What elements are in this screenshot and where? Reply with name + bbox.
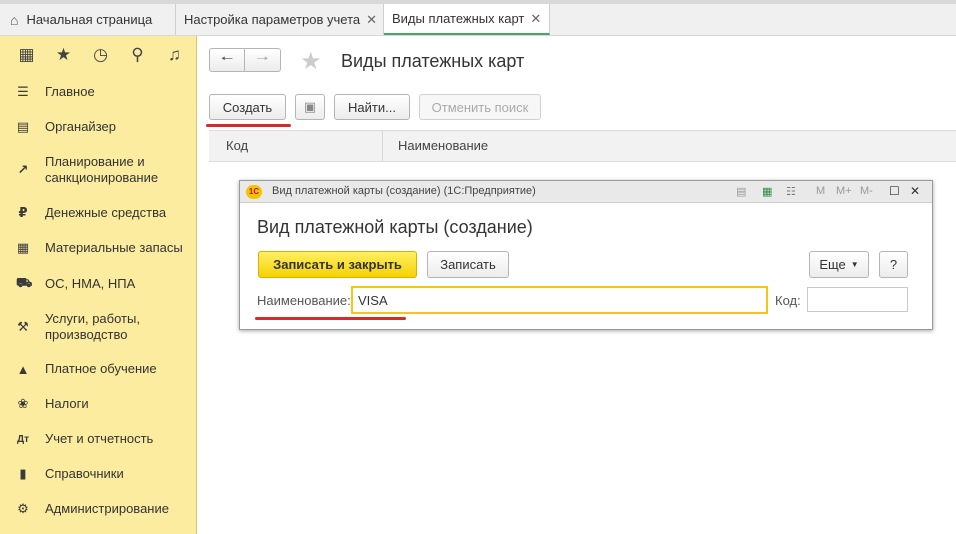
create-button[interactable]: Создать [209, 94, 286, 120]
column-header-code[interactable]: Код [226, 131, 248, 161]
sidebar-item-accounting[interactable]: Дт Учет и отчетность [0, 431, 196, 447]
copy-icon: ▣ [303, 99, 317, 114]
grid-icon: ▦ [16, 240, 30, 255]
1c-logo-icon: 1С [246, 185, 262, 199]
maximize-icon[interactable]: ☐ [889, 184, 900, 198]
truck-icon: ⛟ [16, 275, 33, 290]
code-field-label: Код: [775, 293, 801, 308]
close-icon[interactable]: ✕ [360, 12, 377, 28]
tab-payment-card-types[interactable]: Виды платежных карт ✕ [384, 4, 550, 35]
bell-icon[interactable]: ♫ [156, 45, 193, 65]
sidebar-item-cash[interactable]: ₽ Денежные средства [0, 205, 196, 221]
tab-label: Настройка параметров учета [184, 12, 361, 27]
sidebar: ▦ ★ ◷ ⚲ ♫ ☰ Главное ▤ Органайзер ↗ Плани… [0, 36, 197, 534]
column-header-name[interactable]: Наименование [398, 131, 488, 161]
memory-m-plus-icon[interactable]: M+ [836, 185, 852, 197]
copy-button[interactable]: ▣ [295, 94, 325, 120]
star-icon[interactable]: ★ [45, 45, 82, 65]
name-input[interactable]: VISA [351, 286, 768, 314]
apps-grid-icon[interactable]: ▦ [8, 45, 45, 65]
sidebar-item-planning[interactable]: ↗ Планирование и санкционирование [0, 154, 196, 186]
menu-lines-icon: ☰ [17, 84, 29, 99]
sidebar-item-services[interactable]: ⚒ Услуги, работы, производство [0, 311, 196, 343]
tab-label: Виды платежных карт [392, 11, 525, 26]
back-button[interactable]: 🠐 [209, 48, 245, 72]
forward-button[interactable]: 🠒 [245, 48, 281, 72]
highlight-underline [255, 317, 406, 320]
arrow-right-icon: 🠒 [256, 50, 269, 66]
sidebar-item-administration[interactable]: ⚙ Администрирование [0, 501, 196, 517]
dialog-titlebar[interactable]: 1С Вид платежной карты (создание) (1С:Пр… [240, 181, 932, 203]
sidebar-item-organizer[interactable]: ▤ Органайзер [0, 119, 196, 135]
dropdown-arrow-icon: ▼ [850, 260, 859, 269]
chart-icon: ↗ [17, 162, 29, 177]
sidebar-item-catalogs[interactable]: ▮ Справочники [0, 466, 196, 482]
close-icon[interactable]: ✕ [524, 11, 541, 27]
code-input[interactable] [807, 287, 908, 312]
navigation-buttons: 🠐 🠒 [209, 48, 281, 72]
find-button[interactable]: Найти... [334, 94, 410, 120]
tab-accounting-settings[interactable]: Настройка параметров учета ✕ [176, 4, 384, 35]
tab-label: Начальная страница [26, 12, 153, 27]
more-button[interactable]: Еще ▼ [809, 251, 869, 278]
close-icon[interactable]: ✕ [910, 184, 920, 198]
calculator-icon[interactable]: ▦ [762, 185, 772, 198]
tab-home[interactable]: ⌂ Начальная страница [0, 4, 176, 35]
dialog-window-title: Вид платежной карты (создание) (1С:Предп… [272, 185, 536, 197]
sidebar-item-taxes[interactable]: ❀ Налоги [0, 396, 196, 412]
highlight-underline [206, 124, 291, 127]
sidebar-item-paid-education[interactable]: ▲ Платное обучение [0, 361, 196, 377]
arrow-left-icon: 🠐 [220, 50, 234, 66]
create-dialog: 1С Вид платежной карты (создание) (1С:Пр… [239, 180, 933, 330]
calendar-icon[interactable]: ☷ [786, 185, 796, 198]
home-icon: ⌂ [10, 11, 19, 28]
eagle-icon: ❀ [17, 396, 29, 411]
dialog-heading: Вид платежной карты (создание) [257, 217, 533, 237]
clipboard-icon: ▤ [16, 119, 30, 134]
sidebar-item-fixed-assets[interactable]: ⛟ ОС, НМА, НПА [0, 275, 196, 293]
document-icon[interactable]: ▤ [736, 185, 746, 198]
tab-bar: ⌂ Начальная страница Настройка параметро… [0, 0, 956, 36]
memory-m-icon[interactable]: M [816, 185, 825, 197]
tools-icon: ⚒ [17, 319, 29, 334]
help-button[interactable]: ? [879, 251, 908, 278]
book-icon: ▮ [19, 466, 27, 481]
search-icon[interactable]: ⚲ [119, 45, 156, 65]
ruble-icon: ₽ [18, 205, 28, 220]
more-label: Еще [819, 257, 846, 272]
history-icon[interactable]: ◷ [82, 45, 119, 65]
debit-credit-icon: Дт [16, 433, 30, 445]
gear-icon: ⚙ [17, 501, 29, 516]
column-divider [382, 131, 383, 161]
save-and-close-button[interactable]: Записать и закрыть [258, 251, 417, 278]
sidebar-item-main[interactable]: ☰ Главное [0, 84, 196, 100]
sidebar-item-inventory[interactable]: ▦ Материальные запасы [0, 240, 196, 256]
sidebar-toolbar: ▦ ★ ◷ ⚲ ♫ [0, 36, 196, 74]
page-title: Виды платежных карт [341, 51, 525, 71]
memory-m-minus-icon[interactable]: M- [860, 185, 873, 197]
cancel-search-button[interactable]: Отменить поиск [419, 94, 541, 120]
list-table-header: Код Наименование [209, 130, 956, 162]
name-field-label: Наименование: [257, 293, 351, 308]
save-button[interactable]: Записать [427, 251, 509, 278]
favorite-star-icon[interactable]: ★ [300, 47, 322, 76]
graduation-cap-icon: ▲ [16, 361, 30, 377]
